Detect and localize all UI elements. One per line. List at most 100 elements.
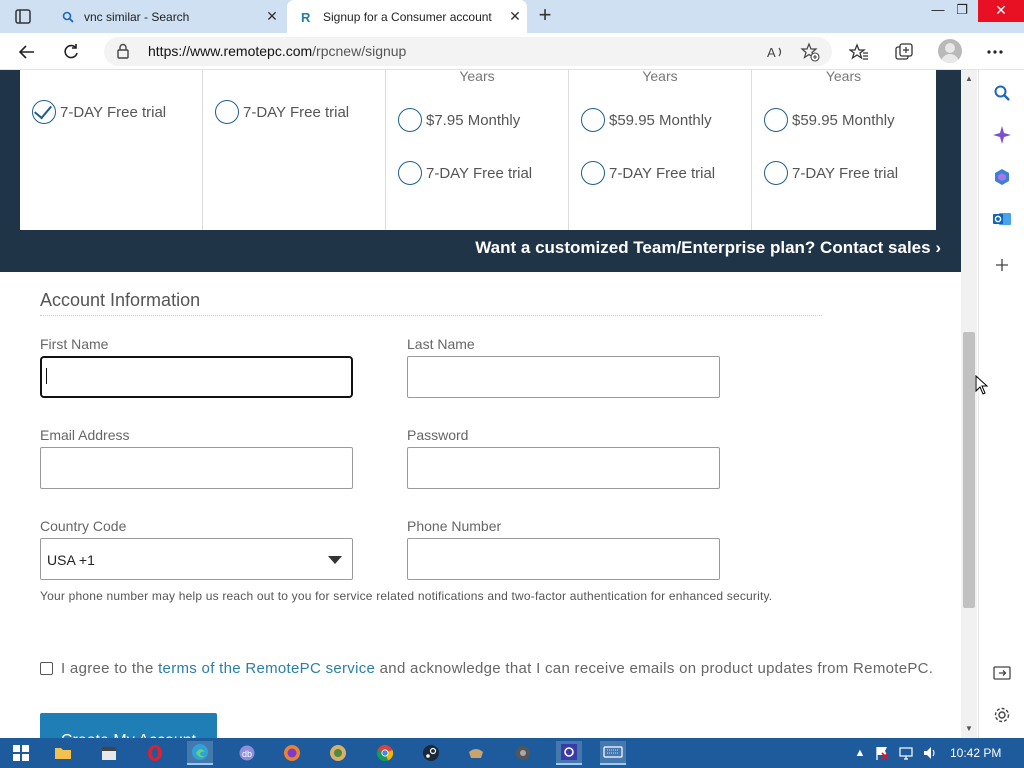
flag-notification-icon[interactable] — [874, 745, 890, 761]
plan-option-trial[interactable]: 7-DAY Free trial — [215, 100, 349, 124]
plan-option-trial[interactable]: 7-DAY Free trial — [398, 161, 532, 185]
copilot-sparkle-icon[interactable] — [991, 124, 1013, 146]
browser-toolbar: https://www.remotepc.com/rpcnew/signup A — [0, 33, 1024, 70]
collections-icon[interactable] — [891, 39, 917, 65]
country-code-select[interactable]: USA +1 — [40, 538, 353, 580]
radio-button[interactable] — [764, 108, 788, 132]
contact-sales-link[interactable]: Want a customized Team/Enterprise plan? … — [475, 238, 941, 258]
plan-option-trial[interactable]: 7-DAY Free trial — [581, 161, 715, 185]
network-icon[interactable] — [898, 745, 914, 761]
section-divider — [40, 315, 822, 316]
phone-help-text: Your phone number may help us reach out … — [40, 589, 773, 603]
firefox-icon[interactable] — [279, 741, 305, 765]
close-tab-icon[interactable]: ✕ — [503, 8, 527, 25]
radio-button[interactable] — [215, 100, 239, 124]
game-app-icon[interactable] — [463, 741, 489, 765]
section-title: Account Information — [40, 290, 201, 310]
email-label: Email Address — [40, 427, 130, 443]
more-menu-icon[interactable] — [982, 39, 1008, 65]
read-aloud-icon[interactable]: A — [766, 42, 786, 62]
keyboard-app-icon[interactable] — [600, 741, 626, 765]
plan-option-label: 7-DAY Free trial — [609, 164, 716, 182]
terms-link[interactable]: terms of the RemotePC service — [158, 660, 375, 677]
radio-checked[interactable] — [32, 100, 56, 124]
new-tab-button[interactable]: + — [533, 4, 557, 28]
add-favorite-icon[interactable] — [800, 42, 820, 62]
last-name-input[interactable] — [407, 356, 720, 398]
volume-icon[interactable] — [922, 745, 938, 761]
restore-button[interactable]: ❐ — [946, 0, 978, 22]
plan-option-label: $7.95 Monthly — [426, 111, 521, 129]
plan-option-monthly[interactable]: $59.95 Monthly — [581, 108, 712, 132]
country-code-label: Country Code — [40, 518, 127, 534]
plan-option-label: 7-DAY Free trial — [792, 164, 899, 182]
radio-button[interactable] — [398, 161, 422, 185]
back-icon[interactable] — [14, 39, 40, 65]
plan-option-label: $59.95 Monthly — [792, 111, 895, 129]
plan-option-monthly[interactable]: $59.95 Monthly — [764, 108, 895, 132]
opera-icon[interactable] — [142, 741, 168, 765]
favorites-icon[interactable] — [846, 39, 872, 65]
chevron-right-icon: › — [935, 238, 941, 257]
close-window-button[interactable]: ✕ — [978, 0, 1024, 22]
svg-text:A: A — [767, 45, 776, 60]
file-explorer-icon[interactable] — [50, 741, 76, 765]
tab-actions-icon[interactable] — [10, 6, 36, 28]
phone-input[interactable] — [407, 538, 720, 580]
webcam-app-icon[interactable] — [510, 741, 536, 765]
outlook-icon[interactable] — [991, 208, 1013, 230]
refresh-icon[interactable] — [58, 39, 84, 65]
plan-column: Years $59.95 Monthly 7-DAY Free trial — [752, 70, 935, 230]
settings-gear-icon[interactable] — [991, 704, 1013, 726]
agree-suffix: and acknowledge that I can receive email… — [379, 660, 934, 677]
steam-icon[interactable] — [418, 741, 444, 765]
tray-chevron-up-icon[interactable]: ▲ — [852, 745, 868, 761]
svg-text:db: db — [242, 749, 252, 759]
calendar-app-icon[interactable] — [96, 741, 122, 765]
signup-page: 7-DAY Free trial 7-DAY Free trial Years … — [0, 70, 961, 738]
windows-start-icon[interactable] — [8, 741, 34, 765]
chevron-down-icon — [328, 556, 342, 564]
radio-button[interactable] — [398, 108, 422, 132]
password-input[interactable] — [407, 447, 720, 489]
scroll-up-icon[interactable]: ▲ — [964, 74, 974, 84]
settings-app-icon[interactable] — [556, 741, 582, 765]
office-icon[interactable] — [991, 166, 1013, 188]
add-sidebar-app-icon[interactable] — [991, 254, 1013, 276]
search-icon[interactable] — [991, 82, 1013, 104]
edge-sidebar — [978, 70, 1024, 738]
create-account-button[interactable]: Create My Account — [40, 713, 217, 738]
first-name-label: First Name — [40, 336, 109, 352]
profile-avatar[interactable] — [938, 39, 962, 63]
tab-title: vnc similar - Search — [84, 9, 190, 24]
radio-button[interactable] — [581, 161, 605, 185]
taskbar-clock[interactable]: 10:42 PM — [950, 746, 1001, 760]
edge-browser-icon[interactable] — [187, 741, 213, 765]
plan-option-trial[interactable]: 7-DAY Free trial — [32, 100, 166, 124]
image-app-icon[interactable] — [325, 741, 351, 765]
email-input[interactable] — [40, 447, 353, 489]
svg-text:R: R — [301, 10, 311, 25]
scroll-thumb[interactable] — [963, 332, 975, 608]
first-name-input[interactable] — [40, 356, 353, 398]
address-bar[interactable]: https://www.remotepc.com/rpcnew/signup A — [104, 37, 832, 66]
agree-checkbox[interactable] — [40, 662, 53, 675]
page-scrollbar[interactable]: ▲ ▼ — [961, 70, 977, 738]
tab-signup[interactable]: R Signup for a Consumer account ✕ — [287, 0, 527, 33]
hide-sidebar-icon[interactable] — [991, 662, 1013, 684]
tab-strip: vnc similar - Search ✕ R Signup for a Co… — [0, 0, 1024, 33]
terms-agreement: I agree to the terms of the RemotePC ser… — [40, 660, 933, 677]
app-icon[interactable]: db — [234, 741, 260, 765]
radio-button[interactable] — [764, 161, 788, 185]
radio-button[interactable] — [581, 108, 605, 132]
scroll-down-icon[interactable]: ▼ — [964, 724, 974, 734]
plan-column: 7-DAY Free trial — [20, 70, 203, 230]
windows-taskbar: db ▲ 10:42 PM — [0, 738, 1024, 768]
plan-option-trial[interactable]: 7-DAY Free trial — [764, 161, 898, 185]
close-tab-icon[interactable]: ✕ — [260, 8, 284, 25]
chrome-icon[interactable] — [372, 741, 398, 765]
plan-option-monthly[interactable]: $7.95 Monthly — [398, 108, 520, 132]
plan-column: 7-DAY Free trial — [203, 70, 386, 230]
tab-search[interactable]: vnc similar - Search ✕ — [48, 0, 284, 33]
mouse-cursor-icon — [975, 374, 989, 400]
